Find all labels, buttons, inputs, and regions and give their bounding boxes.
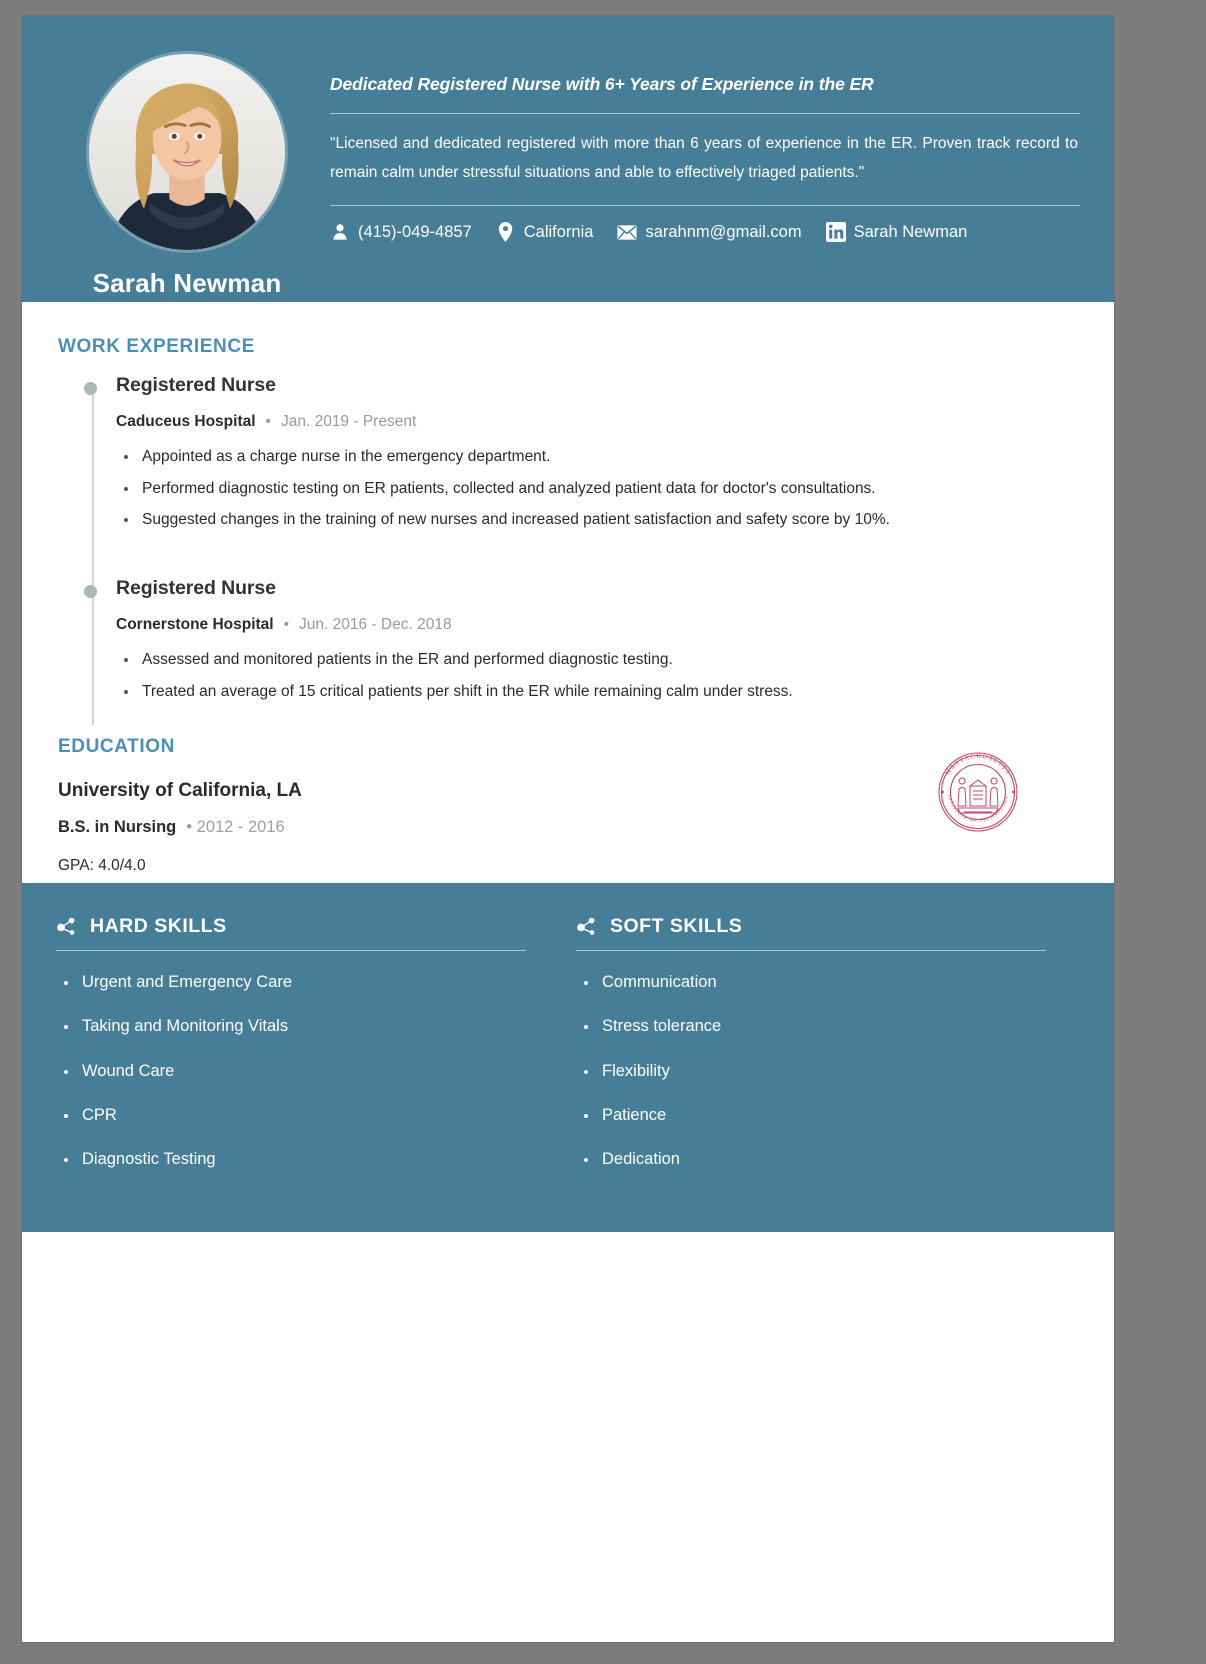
- contact-linkedin-text: Sarah Newman: [853, 222, 968, 241]
- skill-item: Taking and Monitoring Vitals: [56, 1015, 526, 1038]
- skill-item: Urgent and Emergency Care: [56, 971, 526, 994]
- timeline-dot-icon: [84, 585, 97, 599]
- job-bullet: Assessed and monitored patients in the E…: [116, 646, 1080, 675]
- education-heading: EDUCATION: [58, 736, 175, 758]
- education-degree-row: B.S. in Nursing • 2012 - 2016: [58, 818, 1080, 837]
- contact-linkedin[interactable]: Sarah Newman: [825, 222, 968, 243]
- skill-item: CPR: [56, 1104, 526, 1127]
- photo-column: Sarah Newman: [56, 40, 318, 299]
- timeline-line: [92, 390, 94, 725]
- work-experience-heading: WORK EXPERIENCE: [58, 336, 255, 357]
- hard-skills-title: HARD SKILLS: [90, 915, 227, 938]
- job-company: Caduceus Hospital: [116, 413, 256, 430]
- soft-skills-header: SOFT SKILLS: [576, 915, 1046, 952]
- soft-skills-title: SOFT SKILLS: [610, 915, 743, 938]
- avatar: [89, 54, 285, 250]
- education-separator: •: [186, 818, 193, 837]
- contact-email[interactable]: sarahnm@gmail.com: [617, 222, 802, 242]
- experience-timeline: Registered Nurse Caduceus Hospital • Jan. …: [56, 374, 1080, 725]
- hard-skills-header: HARD SKILLS: [56, 915, 526, 952]
- linkedin-icon: [825, 222, 846, 243]
- job-dates: Jan. 2019 - Present: [280, 413, 417, 430]
- contact-email-text: sarahnm@gmail.com: [645, 222, 802, 241]
- job-meta: Cornerstone Hospital • Jun. 2016 - Dec. 20…: [116, 616, 1080, 634]
- resume-page: Sarah Newman Dedicated Registered Nurse …: [22, 16, 1114, 1642]
- education-degree: B.S. in Nursing: [58, 818, 177, 837]
- hard-skills-list: Urgent and Emergency Care Taking and Mon…: [56, 971, 526, 1170]
- university-seal-icon: MASSACHUSETTS INSTITUTE OF TECHNOLOGY: [928, 742, 1028, 842]
- work-experience-section: WORK EXPERIENCE Registered Nurse Caduceu…: [56, 336, 1080, 725]
- hard-skills-column: HARD SKILLS Urgent and Emergency Care Ta…: [56, 915, 526, 1191]
- contact-location[interactable]: California: [496, 222, 594, 243]
- education-school: University of California, LA: [58, 780, 302, 802]
- location-pin-icon: [496, 222, 516, 243]
- skill-item: Patience: [576, 1104, 1046, 1127]
- job-bullet: Appointed as a charge nurse in the emerg…: [116, 443, 1080, 472]
- soft-skills-column: SOFT SKILLS Communication Stress toleran…: [576, 915, 1046, 1191]
- envelope-icon: [617, 222, 638, 242]
- contact-phone-text: (415)-049-4857: [358, 222, 472, 241]
- contact-location-text: California: [523, 222, 594, 241]
- header-divider-bottom: [330, 205, 1080, 207]
- skills-footer: HARD SKILLS Urgent and Emergency Care Ta…: [22, 883, 1114, 1232]
- skill-item: Communication: [576, 971, 1046, 994]
- job-bullet: Suggested changes in the training of new…: [116, 506, 1080, 535]
- user-icon: [330, 222, 350, 242]
- skill-item: Dedication: [576, 1148, 1046, 1171]
- job-bullet-list: Appointed as a charge nurse in the emerg…: [116, 443, 1080, 535]
- education-dates-wrap: • 2012 - 2016: [186, 818, 284, 836]
- education-gpa: GPA: 4.0/4.0: [58, 857, 146, 875]
- soft-skills-list: Communication Stress tolerance Flexibili…: [576, 971, 1046, 1170]
- job-company: Cornerstone Hospital: [116, 616, 274, 634]
- skill-item: Stress tolerance: [576, 1015, 1046, 1038]
- timeline-dot-icon: [84, 382, 97, 395]
- job-meta: Caduceus Hospital • Jan. 2019 - Present: [116, 413, 1080, 431]
- job-separator: •: [265, 413, 271, 430]
- experience-item: Registered Nurse Caduceus Hospital • Jan. …: [84, 374, 1080, 535]
- summary-text: "Licensed and dedicated registered with …: [330, 135, 1078, 181]
- education-dates: 2012 - 2016: [196, 818, 285, 837]
- skill-node-icon: [576, 916, 598, 938]
- job-dates: Jun. 2016 - Dec. 2018: [299, 616, 452, 634]
- job-title: Registered Nurse: [116, 374, 276, 396]
- job-bullet: Performed diagnostic testing on ER patie…: [116, 475, 1080, 504]
- header-divider-top: [330, 113, 1080, 114]
- contact-row: (415)-049-4857 California sarahnm@gmail.…: [330, 222, 1080, 243]
- person-name: Sarah Newman: [92, 268, 282, 298]
- experience-item: Registered Nurse Cornerstone Hospital • Ju…: [84, 577, 1080, 706]
- headline: Dedicated Registered Nurse with 6+ Years…: [330, 74, 874, 94]
- skill-item: Flexibility: [576, 1060, 1046, 1083]
- resume-body: WORK EXPERIENCE Registered Nurse Caduceu…: [22, 302, 1114, 884]
- resume-header: Sarah Newman Dedicated Registered Nurse …: [22, 16, 1114, 302]
- header-right-column: Dedicated Registered Nurse with 6+ Years…: [318, 40, 1080, 243]
- skill-item: Diagnostic Testing: [56, 1148, 526, 1171]
- job-title: Registered Nurse: [116, 577, 276, 600]
- job-bullet-list: Assessed and monitored patients in the E…: [116, 646, 1080, 706]
- profile-photo-illustration: [89, 54, 285, 250]
- education-section: EDUCATION MASSACHUSETTS INSTITUTE OF TEC…: [56, 736, 1080, 875]
- skill-node-icon: [56, 916, 78, 938]
- job-separator: •: [283, 616, 290, 634]
- skill-item: Wound Care: [56, 1060, 526, 1083]
- contact-phone[interactable]: (415)-049-4857: [330, 222, 472, 242]
- job-bullet: Treated an average of 15 critical patien…: [116, 678, 1080, 707]
